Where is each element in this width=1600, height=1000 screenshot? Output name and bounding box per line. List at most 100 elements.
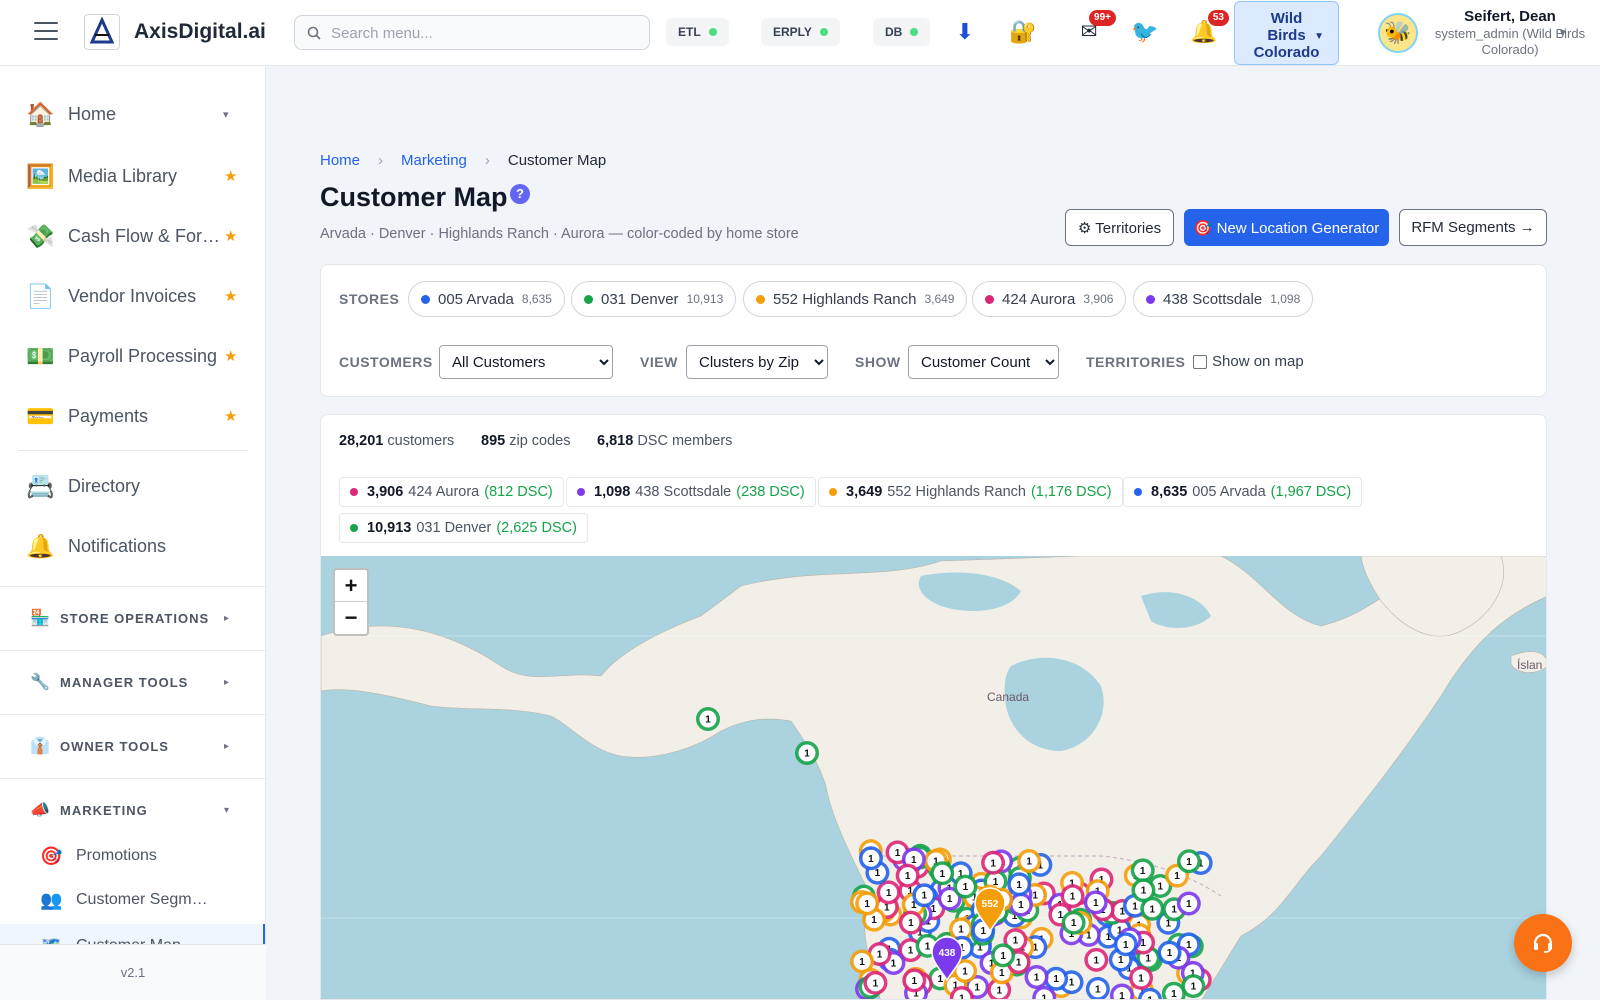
zip-cluster-marker[interactable]: 1: [1176, 849, 1201, 874]
zip-cluster-marker[interactable]: 1: [902, 968, 927, 993]
store-chip-highlands-ranch[interactable]: 552 Highlands Ranch 3,649: [743, 281, 968, 317]
breadcrumb: Home › Marketing › Customer Map: [320, 152, 606, 169]
zip-cluster-marker[interactable]: 1: [696, 707, 720, 731]
search-box[interactable]: [294, 15, 650, 50]
erply-status[interactable]: ERPLY: [761, 18, 840, 46]
etl-status-label: ETL: [678, 25, 701, 39]
store-chip-scottsdale[interactable]: 438 Scottsdale 1,098: [1133, 281, 1314, 317]
store-chip-aurora[interactable]: 424 Aurora 3,906: [972, 281, 1127, 317]
breadcrumb-marketing[interactable]: Marketing: [401, 152, 467, 169]
zip-cluster-marker[interactable]: 1: [850, 949, 875, 974]
sidebar-item-promotions[interactable]: 🎯 Promotions: [0, 834, 265, 878]
svg-text:1: 1: [922, 891, 928, 902]
sidebar-section-owner-tools[interactable]: 👔 OWNER TOOLS ▸: [0, 715, 265, 777]
sidebar-item-notifications[interactable]: 🔔 Notifications: [0, 518, 265, 574]
breadcrumb-home[interactable]: Home: [320, 152, 360, 169]
sidebar-item-payments[interactable]: 💳 Payments ★: [0, 388, 265, 444]
necktie-icon: 👔: [30, 738, 50, 755]
svg-text:438: 438: [939, 948, 956, 959]
zip-cluster-marker[interactable]: 1: [1061, 910, 1086, 935]
sidebar-item-label: Media Library: [68, 165, 178, 186]
sidebar-item-media-library[interactable]: 🖼️ Media Library ★: [0, 148, 265, 204]
zip-cluster-marker[interactable]: 1: [1017, 849, 1042, 874]
store-switcher[interactable]: Wild Birds Colorado ▼: [1234, 1, 1339, 65]
show-territories-checkbox[interactable]: [1193, 355, 1207, 369]
zoom-in-button[interactable]: +: [335, 570, 367, 602]
customers-label: CUSTOMERS: [339, 354, 433, 370]
show-territories-label[interactable]: Show on map: [1212, 353, 1304, 370]
zip-cluster-marker[interactable]: 1: [912, 883, 937, 908]
search-input[interactable]: [331, 22, 631, 44]
lock-icon[interactable]: 🔐: [1008, 18, 1038, 46]
star-icon[interactable]: ★: [224, 227, 237, 245]
customers-select[interactable]: All Customers: [439, 345, 613, 379]
zip-cluster-marker[interactable]: 1: [1176, 891, 1201, 916]
sidebar-section-store-operations[interactable]: 🏪 STORE OPERATIONS ▸: [0, 587, 265, 649]
bell-icon[interactable]: 🔔 53: [1189, 10, 1229, 46]
zip-cluster-marker[interactable]: 1: [1085, 976, 1110, 1000]
hamburger-menu-icon[interactable]: [34, 22, 58, 42]
zip-cluster-marker[interactable]: 1: [991, 943, 1016, 968]
zip-cluster-marker[interactable]: 1: [898, 910, 923, 935]
svg-text:1: 1: [1013, 936, 1019, 947]
zip-cluster-marker[interactable]: 1: [1024, 965, 1049, 990]
zip-cluster-marker[interactable]: 1: [1129, 965, 1154, 990]
breadcrumb-separator: ›: [378, 152, 384, 169]
store-chip-arvada[interactable]: 005 Arvada 8,635: [408, 281, 565, 317]
db-status[interactable]: DB: [873, 18, 931, 46]
show-select[interactable]: Customer Count: [908, 345, 1059, 379]
sidebar-section-manager-tools[interactable]: 🔧 MANAGER TOOLS ▸: [0, 651, 265, 713]
zip-cluster-marker[interactable]: 1: [1113, 932, 1138, 957]
section-label: STORE OPERATIONS: [60, 610, 210, 626]
sidebar-item-payroll-processing[interactable]: 💵 Payroll Processing ★: [0, 328, 265, 384]
zip-cluster-marker[interactable]: 1: [1181, 974, 1206, 999]
zoom-out-button[interactable]: −: [335, 602, 367, 634]
brand-name[interactable]: AxisDigital.ai: [134, 20, 266, 44]
zip-cluster-marker[interactable]: 1: [863, 970, 888, 995]
zip-cluster-marker[interactable]: 1: [895, 863, 920, 888]
zip-cluster-marker[interactable]: 1: [855, 891, 880, 916]
star-icon[interactable]: ★: [224, 287, 237, 305]
support-chat-button[interactable]: [1514, 914, 1572, 972]
download-icon[interactable]: ⬇: [950, 18, 980, 46]
sidebar-item-vendor-invoices[interactable]: 📄 Vendor Invoices ★: [0, 268, 265, 324]
brand-logo[interactable]: [84, 14, 120, 50]
zip-cluster-marker[interactable]: 1: [1157, 940, 1182, 965]
zip-cluster-marker[interactable]: 1: [858, 846, 883, 871]
zip-cluster-marker[interactable]: 1: [1084, 947, 1109, 972]
svg-text:1: 1: [1171, 989, 1177, 1000]
bird-icon[interactable]: 🐦: [1130, 18, 1160, 46]
new-location-generator-button[interactable]: 🎯 New Location Generator: [1184, 209, 1389, 246]
user-name[interactable]: Seifert, Dean: [1420, 8, 1600, 25]
zip-cluster-marker[interactable]: 1: [795, 741, 819, 765]
view-select[interactable]: Clusters by Zip: [686, 345, 828, 379]
store-chip-denver[interactable]: 031 Denver 10,913: [571, 281, 737, 317]
star-icon[interactable]: ★: [224, 167, 237, 185]
mail-icon[interactable]: ✉ 99+: [1074, 10, 1116, 46]
svg-text:1: 1: [1186, 857, 1192, 868]
avatar[interactable]: 🐝: [1378, 13, 1418, 53]
sidebar-item-cash-flow[interactable]: 💸 Cash Flow & For… ★: [0, 208, 265, 264]
zip-cluster-marker[interactable]: 1: [981, 850, 1006, 875]
svg-text:1: 1: [859, 957, 865, 968]
zip-cluster-marker[interactable]: 1: [953, 874, 978, 899]
sidebar-item-customer-segments[interactable]: 👥 Customer Segm…: [0, 878, 265, 922]
zip-cluster-marker[interactable]: 1: [1131, 878, 1156, 903]
store-icon: 🏪: [30, 610, 50, 627]
svg-text:1: 1: [925, 941, 931, 952]
help-icon[interactable]: ?: [510, 184, 530, 204]
territories-button[interactable]: ⚙ Territories: [1065, 209, 1174, 246]
sidebar-item-home[interactable]: 🏠 Home ▾: [0, 86, 265, 142]
sidebar-section-marketing[interactable]: 📣 MARKETING ▾: [0, 779, 265, 841]
customer-map[interactable]: Canada Íslan 111111111111111111111111111…: [321, 556, 1546, 1000]
zip-cluster-marker[interactable]: 1: [1083, 890, 1108, 915]
etl-status[interactable]: ETL: [666, 18, 729, 46]
zip-cluster-marker[interactable]: 1: [930, 861, 955, 886]
star-icon[interactable]: ★: [224, 407, 237, 425]
rfm-segments-button[interactable]: RFM Segments →: [1399, 209, 1547, 246]
zip-cluster-marker[interactable]: 1: [1109, 983, 1134, 1000]
star-icon[interactable]: ★: [224, 347, 237, 365]
sidebar-item-directory[interactable]: 📇 Directory: [0, 458, 265, 514]
store-stat-count: 8,635: [1151, 484, 1188, 500]
user-menu-chevron-icon[interactable]: ▼: [1558, 28, 1568, 39]
